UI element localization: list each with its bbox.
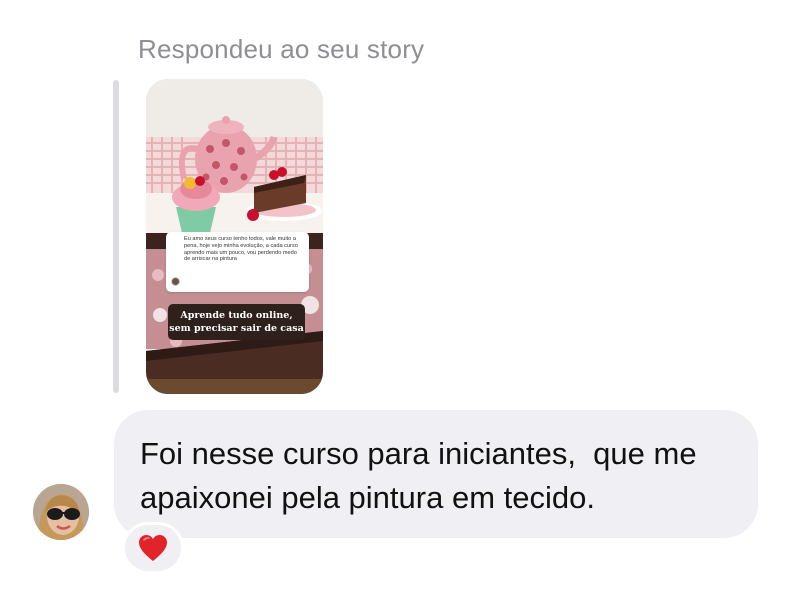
dm-thread: Respondeu ao seu story Eu amo seus curso… (0, 0, 800, 593)
sender-avatar[interactable] (33, 484, 89, 540)
reaction-badge[interactable] (122, 522, 184, 574)
reply-quote-bar (113, 80, 119, 393)
message-text: Foi nesse curso para iniciantes, que me … (140, 436, 706, 515)
story-caption: Aprende tudo online, sem precisar sair d… (168, 304, 305, 340)
caption-line-2: sem precisar sair de casa (169, 323, 304, 334)
red-heart-icon (139, 535, 167, 561)
profile-photo (33, 484, 89, 540)
message-bubble[interactable]: Foi nesse curso para iniciantes, que me … (114, 410, 758, 538)
caption-line-1: Aprende tudo online, (180, 310, 293, 321)
testimonial-avatar (171, 277, 180, 286)
testimonial-text: Eu amo seus curso tenho todos, vale muit… (184, 236, 298, 263)
testimonial-card: Eu amo seus curso tenho todos, vale muit… (166, 232, 309, 292)
story-reply-header: Respondeu ao seu story (138, 34, 425, 64)
story-preview[interactable]: Eu amo seus curso tenho todos, vale muit… (146, 79, 323, 394)
